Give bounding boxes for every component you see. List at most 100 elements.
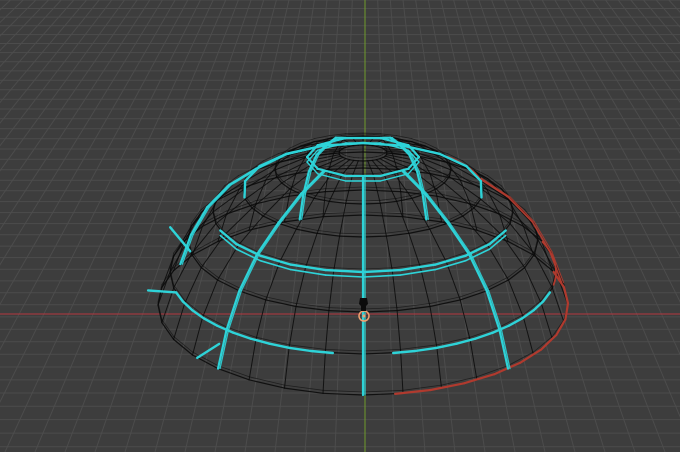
- wire-edge-ring-inner: [217, 276, 240, 289]
- wire-edge-ring-inner: [362, 232, 387, 235]
- wire-edge-meridian: [295, 197, 315, 230]
- seam-meridian: [238, 253, 258, 292]
- wire-edge-ring-inner: [284, 384, 324, 391]
- wire-edge-meridian: [217, 244, 239, 281]
- wire-edge-ring: [533, 239, 539, 255]
- wire-edge-ring-inner: [349, 156, 355, 158]
- wire-edge-meridian: [487, 244, 509, 281]
- wire-edge-ring: [524, 253, 536, 269]
- seam-lower-ring: [392, 349, 417, 355]
- wire-edge-ring: [283, 216, 324, 223]
- wire-edge-meridian: [400, 351, 404, 394]
- grid-line-depth: [617, 0, 680, 82]
- wire-edge-ring: [362, 235, 387, 238]
- seam-meridian: [225, 289, 241, 332]
- grid-line-depth: [334, 0, 353, 452]
- wire-edge-meridian: [524, 267, 542, 304]
- seam-middle-ring: [361, 268, 402, 274]
- wire-edge-ring: [362, 167, 398, 170]
- wire-edge-ring-inner: [161, 319, 175, 337]
- wire-edge-ring-inner: [341, 133, 353, 136]
- seam-meridian: [208, 184, 232, 208]
- grid-line-depth: [643, 0, 680, 45]
- wire-edge-ring-inner: [324, 186, 364, 190]
- selected-seam-edges[interactable]: [146, 136, 552, 397]
- seam-meridian: [485, 289, 501, 332]
- viewport-canvas[interactable]: [0, 0, 680, 452]
- seam-meridian: [216, 328, 228, 370]
- seam-upper-ring: [479, 179, 483, 199]
- seam-rim-stub: [195, 342, 221, 360]
- wire-edge-meridian: [322, 351, 326, 394]
- seam-lower-ring: [413, 346, 438, 353]
- wire-edge-meridian: [192, 317, 203, 356]
- seam-lower-ring: [474, 331, 495, 340]
- floor-grid: [0, 0, 680, 452]
- wire-edge-ring: [324, 189, 364, 193]
- wire-edge-meridian: [508, 279, 524, 319]
- wire-edge-ring-inner: [362, 307, 398, 310]
- grid-line-depth: [274, 0, 328, 452]
- wire-edge-ring-inner: [552, 319, 565, 337]
- wire-edge-ring: [486, 279, 510, 292]
- wire-edge-ring-inner: [265, 296, 297, 304]
- marked-seam-rim: [555, 318, 567, 337]
- grid-line-depth: [389, 0, 426, 452]
- grid-line-depth: [0, 0, 163, 266]
- wire-edge-ring: [217, 368, 250, 381]
- grid-line-depth: [655, 0, 680, 28]
- wire-edge-ring: [396, 197, 413, 202]
- wire-edge-meridian: [202, 279, 218, 319]
- wire-edge-ring: [190, 253, 202, 269]
- grid-line-depth: [0, 0, 37, 37]
- wire-edge-meridian: [200, 234, 225, 269]
- wire-edge-ring: [216, 279, 240, 292]
- seam-middle-ring: [324, 268, 365, 274]
- seam-lower-ring-left: [288, 346, 313, 353]
- wire-edge-meridian: [339, 202, 347, 237]
- seam-middle-ring-inner: [324, 274, 364, 278]
- wire-edge-meridian: [523, 317, 534, 356]
- grid-line-depth: [0, 0, 201, 403]
- wire-edge-ring-inner: [508, 264, 526, 278]
- wire-edge-ring-inner: [362, 186, 402, 190]
- grid-line-depth: [4, 0, 214, 452]
- wire-edge-ring: [429, 299, 461, 308]
- wire-edge-meridian: [255, 299, 267, 341]
- wire-edge-ring: [362, 189, 402, 193]
- wire-edge-ring: [322, 392, 364, 396]
- grid-line-depth: [503, 0, 680, 418]
- grid-line-depth: [0, 0, 100, 124]
- grid-line-depth: [0, 0, 24, 24]
- wire-edge-meridian: [333, 235, 341, 272]
- wire-edge-meridian: [384, 148, 416, 151]
- wire-edge-meridian: [184, 267, 202, 304]
- wire-edge-meridian: [173, 302, 186, 340]
- grid-line-depth: [0, 0, 138, 200]
- grid-line-depth: [554, 0, 680, 219]
- wire-edge-ring-inner: [342, 153, 347, 157]
- wire-edge-ring: [328, 310, 364, 313]
- wire-edge-meridian: [279, 228, 297, 263]
- grid-line-depth: [377, 0, 396, 452]
- seam-rim-stub: [146, 289, 178, 294]
- seam-meridian: [240, 253, 260, 292]
- wire-edge-meridian: [295, 266, 307, 307]
- grid-line-depth: [0, 0, 87, 104]
- seam-meridian: [470, 253, 490, 292]
- 3d-viewport[interactable]: [0, 0, 680, 452]
- grid-line-depth: [529, 0, 680, 303]
- wire-edge-meridian: [215, 198, 246, 225]
- wire-edge-ring-inner: [313, 135, 330, 140]
- wire-edge-ring-inner: [486, 276, 509, 289]
- wire-edge-ring-inner: [345, 199, 364, 202]
- wire-edge-ring-inner: [345, 132, 364, 135]
- wire-edge-ring-inner: [379, 197, 398, 201]
- wire-edge-ring-inner: [328, 197, 347, 201]
- wire-edge-meridian: [157, 271, 171, 306]
- wire-edge-ring: [313, 197, 330, 202]
- wire-edge-ring-inner: [362, 348, 402, 352]
- wire-edge-ring-inner: [533, 335, 553, 353]
- grid-line-depth: [304, 0, 341, 452]
- wire-edge-ring-inner: [362, 389, 404, 393]
